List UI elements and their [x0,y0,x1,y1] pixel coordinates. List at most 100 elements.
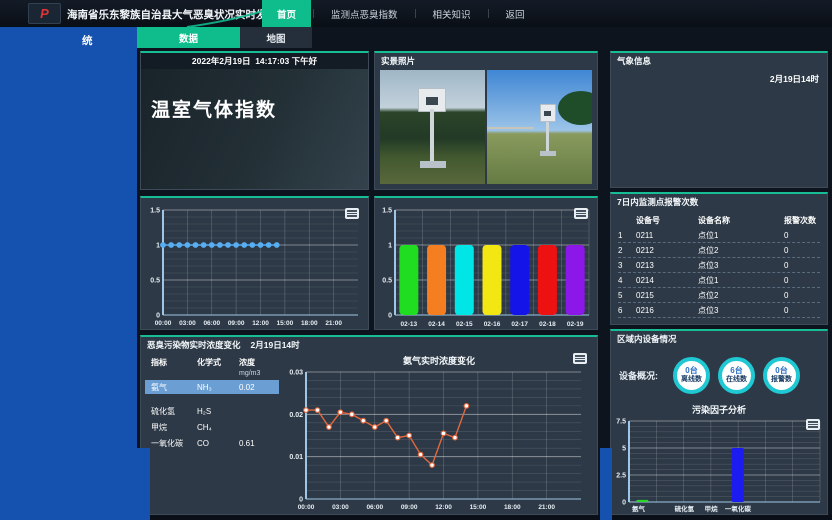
col-concentration: 浓度 mg/m3 [239,357,279,377]
svg-text:0.5: 0.5 [382,278,392,285]
tree [558,91,592,125]
alarm-panel-title: 7日内监测点报警次数 [611,194,827,209]
pollutant-realtime-panel: 恶臭污染物实时浓度变化 2月19日14时 指标 化学式 浓度 mg/m3 氨气 … [140,335,598,515]
svg-text:21:00: 21:00 [325,320,342,327]
device-pole [430,109,434,164]
device-base [420,161,446,168]
greenhouse-trend-panel: 00.511.500:0003:0006:0009:0012:0015:0018… [140,196,369,330]
photos-panel: 实景照片 [374,51,598,190]
svg-text:0.01: 0.01 [289,454,303,461]
svg-text:02-14: 02-14 [428,321,445,328]
svg-text:06:00: 06:00 [366,504,383,511]
svg-text:硫化氢: 硫化氢 [675,504,695,513]
greenhouse-index-panel: 2022年2月19日 14:17:03 下午好 温室气体指数 [140,51,369,190]
pollutant-row-ch4[interactable]: 甲烷 CH₄ [145,420,279,434]
svg-text:02-18: 02-18 [539,321,556,328]
page-title: 温室气体指数 [151,95,277,122]
svg-text:02-17: 02-17 [511,321,528,328]
weather-timestamp: 2月19日14时 [770,73,819,85]
chart-menu-icon[interactable] [573,353,587,364]
ammonia-trend-chart: 00.010.020.0300:0003:0006:0009:0012:0015… [283,368,595,512]
device-overview-label: 设备概况: [619,369,673,382]
svg-text:18:00: 18:00 [504,504,521,511]
main-nav: 首页 监测点恶臭指数 相关知识 返回 [262,0,540,27]
svg-text:2.5: 2.5 [616,473,626,480]
site-photo-1 [380,70,485,184]
page-background-strip [137,448,150,520]
site-photo-2 [487,70,592,184]
app-logo: P [28,3,61,24]
page-background-strip [600,448,612,520]
svg-text:1: 1 [156,243,160,250]
nav-separator [415,9,416,18]
nav-separator [313,9,314,18]
svg-text:12:00: 12:00 [252,320,269,327]
pollutant-table: 指标 化学式 浓度 mg/m3 氨气 NH₃ 0.02 硫化氢 H₂S [145,357,279,452]
svg-text:02-15: 02-15 [456,321,473,328]
chart-menu-icon[interactable] [806,419,820,430]
alarm-count-panel: 7日内监测点报警次数 设备号 设备名称 报警次数 10211点位10 20212… [610,192,828,325]
svg-text:0.5: 0.5 [150,278,160,285]
greenhouse-index-chart: 00.511.500:0003:0006:0009:0012:0015:0018… [143,202,366,328]
app-title-wrap: 统 [82,33,93,48]
svg-text:09:00: 09:00 [228,320,245,327]
weather-panel: 气象信息 2月19日14时 [610,51,828,188]
svg-text:18:00: 18:00 [301,320,318,327]
svg-text:00:00: 00:00 [298,504,315,511]
svg-text:02-13: 02-13 [401,321,418,328]
nav-separator [488,9,489,18]
table-row: 20212点位20 [618,243,820,258]
svg-text:00:00: 00:00 [155,320,172,327]
daily-index-chart: 00.511.502-1302-1402-1502-1602-1702-1802… [377,202,595,328]
pollutant-table-header: 指标 化学式 浓度 mg/m3 [145,357,279,377]
svg-text:氨气: 氨气 [632,504,646,513]
svg-text:09:00: 09:00 [401,504,418,511]
device-overview-row: 设备概况: 0台 离线数 6台 在线数 0台 报警数 [619,349,823,401]
svg-text:03:00: 03:00 [179,320,196,327]
device-screen [544,111,551,116]
nav-item-knowledge[interactable]: 相关知识 [418,0,486,27]
svg-text:一氧化碳: 一氧化碳 [725,504,752,513]
top-navbar: P 海南省乐东黎族自治县大气恶臭状况实时发布系 首页 监测点恶臭指数 相关知识 … [0,0,832,27]
pollutant-panel-header: 恶臭污染物实时浓度变化 2月19日14时 [141,337,597,352]
device-status-panel: 区域内设备情况 设备概况: 0台 离线数 6台 在线数 0台 报警数 污染因子分… [610,329,828,515]
device-panel-title: 区域内设备情况 [611,331,827,346]
logo-glyph: P [40,7,49,20]
photo-area [380,70,592,184]
svg-text:1: 1 [388,243,392,250]
device-screen [426,97,438,105]
hero-body: 温室气体指数 [141,69,368,189]
chart-menu-icon[interactable] [574,208,588,219]
svg-text:0.02: 0.02 [289,412,303,419]
alarm-table: 设备号 设备名称 报警次数 10211点位10 20212点位20 30213点… [618,213,820,318]
svg-text:0: 0 [622,500,626,507]
pollutant-panel-timestamp: 2月19日14时 [251,339,300,351]
alarm-table-header: 设备号 设备名称 报警次数 [618,213,820,228]
pollutant-row-co[interactable]: 一氧化碳 CO 0.61 [145,436,279,450]
tab-data[interactable]: 数据 [137,27,240,48]
svg-text:7.5: 7.5 [616,419,626,426]
svg-text:02-16: 02-16 [484,321,501,328]
svg-text:0: 0 [299,497,303,504]
chart-menu-icon[interactable] [345,208,359,219]
nav-item-back[interactable]: 返回 [491,0,540,27]
svg-text:21:00: 21:00 [538,504,555,511]
stat-alarm-circle: 0台 报警数 [763,357,800,394]
pollution-factor-title: 污染因子分析 [611,403,827,416]
pollutant-row-nh3[interactable]: 氨气 NH₃ 0.02 [145,380,279,394]
svg-text:0: 0 [388,313,392,320]
svg-text:1.5: 1.5 [150,208,160,215]
stat-offline-circle: 0台 离线数 [673,357,710,394]
fence [487,127,534,129]
ammonia-chart-title: 氨气实时浓度变化 [283,354,595,367]
svg-text:15:00: 15:00 [470,504,487,511]
weather-panel-title: 气象信息 [611,53,827,68]
nav-item-odor-index[interactable]: 监测点恶臭指数 [316,0,413,27]
pollution-factor-chart: 02.557.5氨气硫化氢甲烷一氧化碳 [613,417,825,513]
daily-index-panel: 00.511.502-1302-1402-1502-1602-1702-1802… [374,196,598,330]
tab-map[interactable]: 地图 [240,27,312,48]
photos-panel-title: 实景照片 [375,53,597,68]
nav-item-home[interactable]: 首页 [262,0,311,27]
pollutant-row-h2s[interactable]: 硫化氢 H₂S [145,404,279,418]
svg-text:5: 5 [622,446,626,453]
